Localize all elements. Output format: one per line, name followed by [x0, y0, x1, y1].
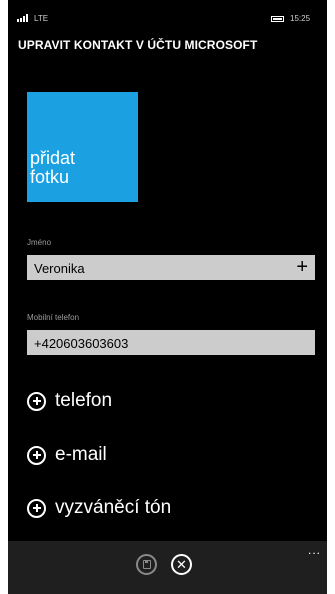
name-label: Jméno [27, 238, 52, 247]
add-circle-icon [27, 498, 46, 518]
add-ringtone-label: vyzváněcí tón [55, 497, 172, 518]
more-options-button[interactable]: ... [308, 543, 321, 557]
save-button[interactable] [136, 554, 157, 575]
name-field[interactable]: Veronika + [27, 255, 315, 280]
close-icon: ✕ [176, 557, 187, 572]
name-value: Veronika [34, 261, 85, 276]
add-phone-button[interactable]: telefon [27, 386, 112, 416]
app-bar: ✕ ... [8, 541, 327, 594]
mobile-label: Mobilní telefon [27, 313, 80, 322]
mobile-phone-field[interactable]: +420603603603 [27, 330, 315, 355]
expand-name-plus-icon[interactable]: + [296, 256, 308, 279]
signal-icon [17, 14, 31, 22]
mobile-phone-value: +420603603603 [34, 336, 129, 351]
status-bar: LTE 15:25 [8, 10, 327, 28]
add-ringtone-button[interactable]: vyzváněcí tón [27, 493, 171, 523]
add-photo-tile[interactable]: přidat fotku [27, 92, 138, 202]
save-icon [143, 560, 151, 569]
add-photo-label: přidat fotku [30, 148, 76, 187]
cancel-button[interactable]: ✕ [171, 554, 192, 575]
add-phone-label: telefon [55, 390, 113, 411]
battery-icon [271, 16, 284, 22]
page-title: UPRAVIT KONTAKT V ÚČTU MICROSOFT [18, 38, 258, 52]
add-email-label: e-mail [55, 444, 107, 465]
phone-screen: LTE 15:25 UPRAVIT KONTAKT V ÚČTU MICROSO… [8, 0, 327, 594]
status-time: 15:25 [290, 14, 311, 23]
add-email-button[interactable]: e-mail [27, 440, 107, 470]
network-type: LTE [34, 14, 49, 23]
add-circle-icon [27, 445, 46, 465]
add-circle-icon [27, 391, 46, 411]
